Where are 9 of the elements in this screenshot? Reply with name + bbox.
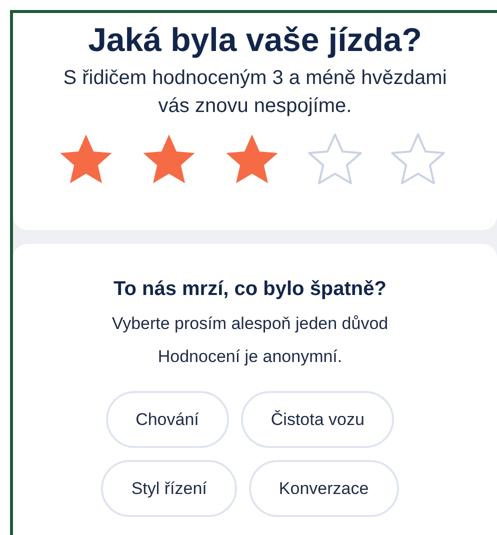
feedback-text: Vyberte prosím alespoň jeden důvod [112, 313, 388, 336]
reason-chip[interactable]: Styl řízení [101, 460, 237, 518]
reason-chip[interactable]: Čistota vozu [240, 391, 394, 448]
feedback-title: To nás mrzí, co bylo špatně? [113, 277, 386, 302]
rating-subtitle: S řidičem hodnoceným 3 a méně hvězdami vás znovu nespojíme. [62, 66, 448, 120]
reason-chip[interactable]: Konverzace [248, 460, 399, 518]
reason-chip[interactable]: Chování [106, 391, 229, 448]
feedback-text: Hodnocení je anonymní. [158, 346, 342, 368]
rating-title: Jaká byla vaše jízda? [88, 20, 422, 60]
